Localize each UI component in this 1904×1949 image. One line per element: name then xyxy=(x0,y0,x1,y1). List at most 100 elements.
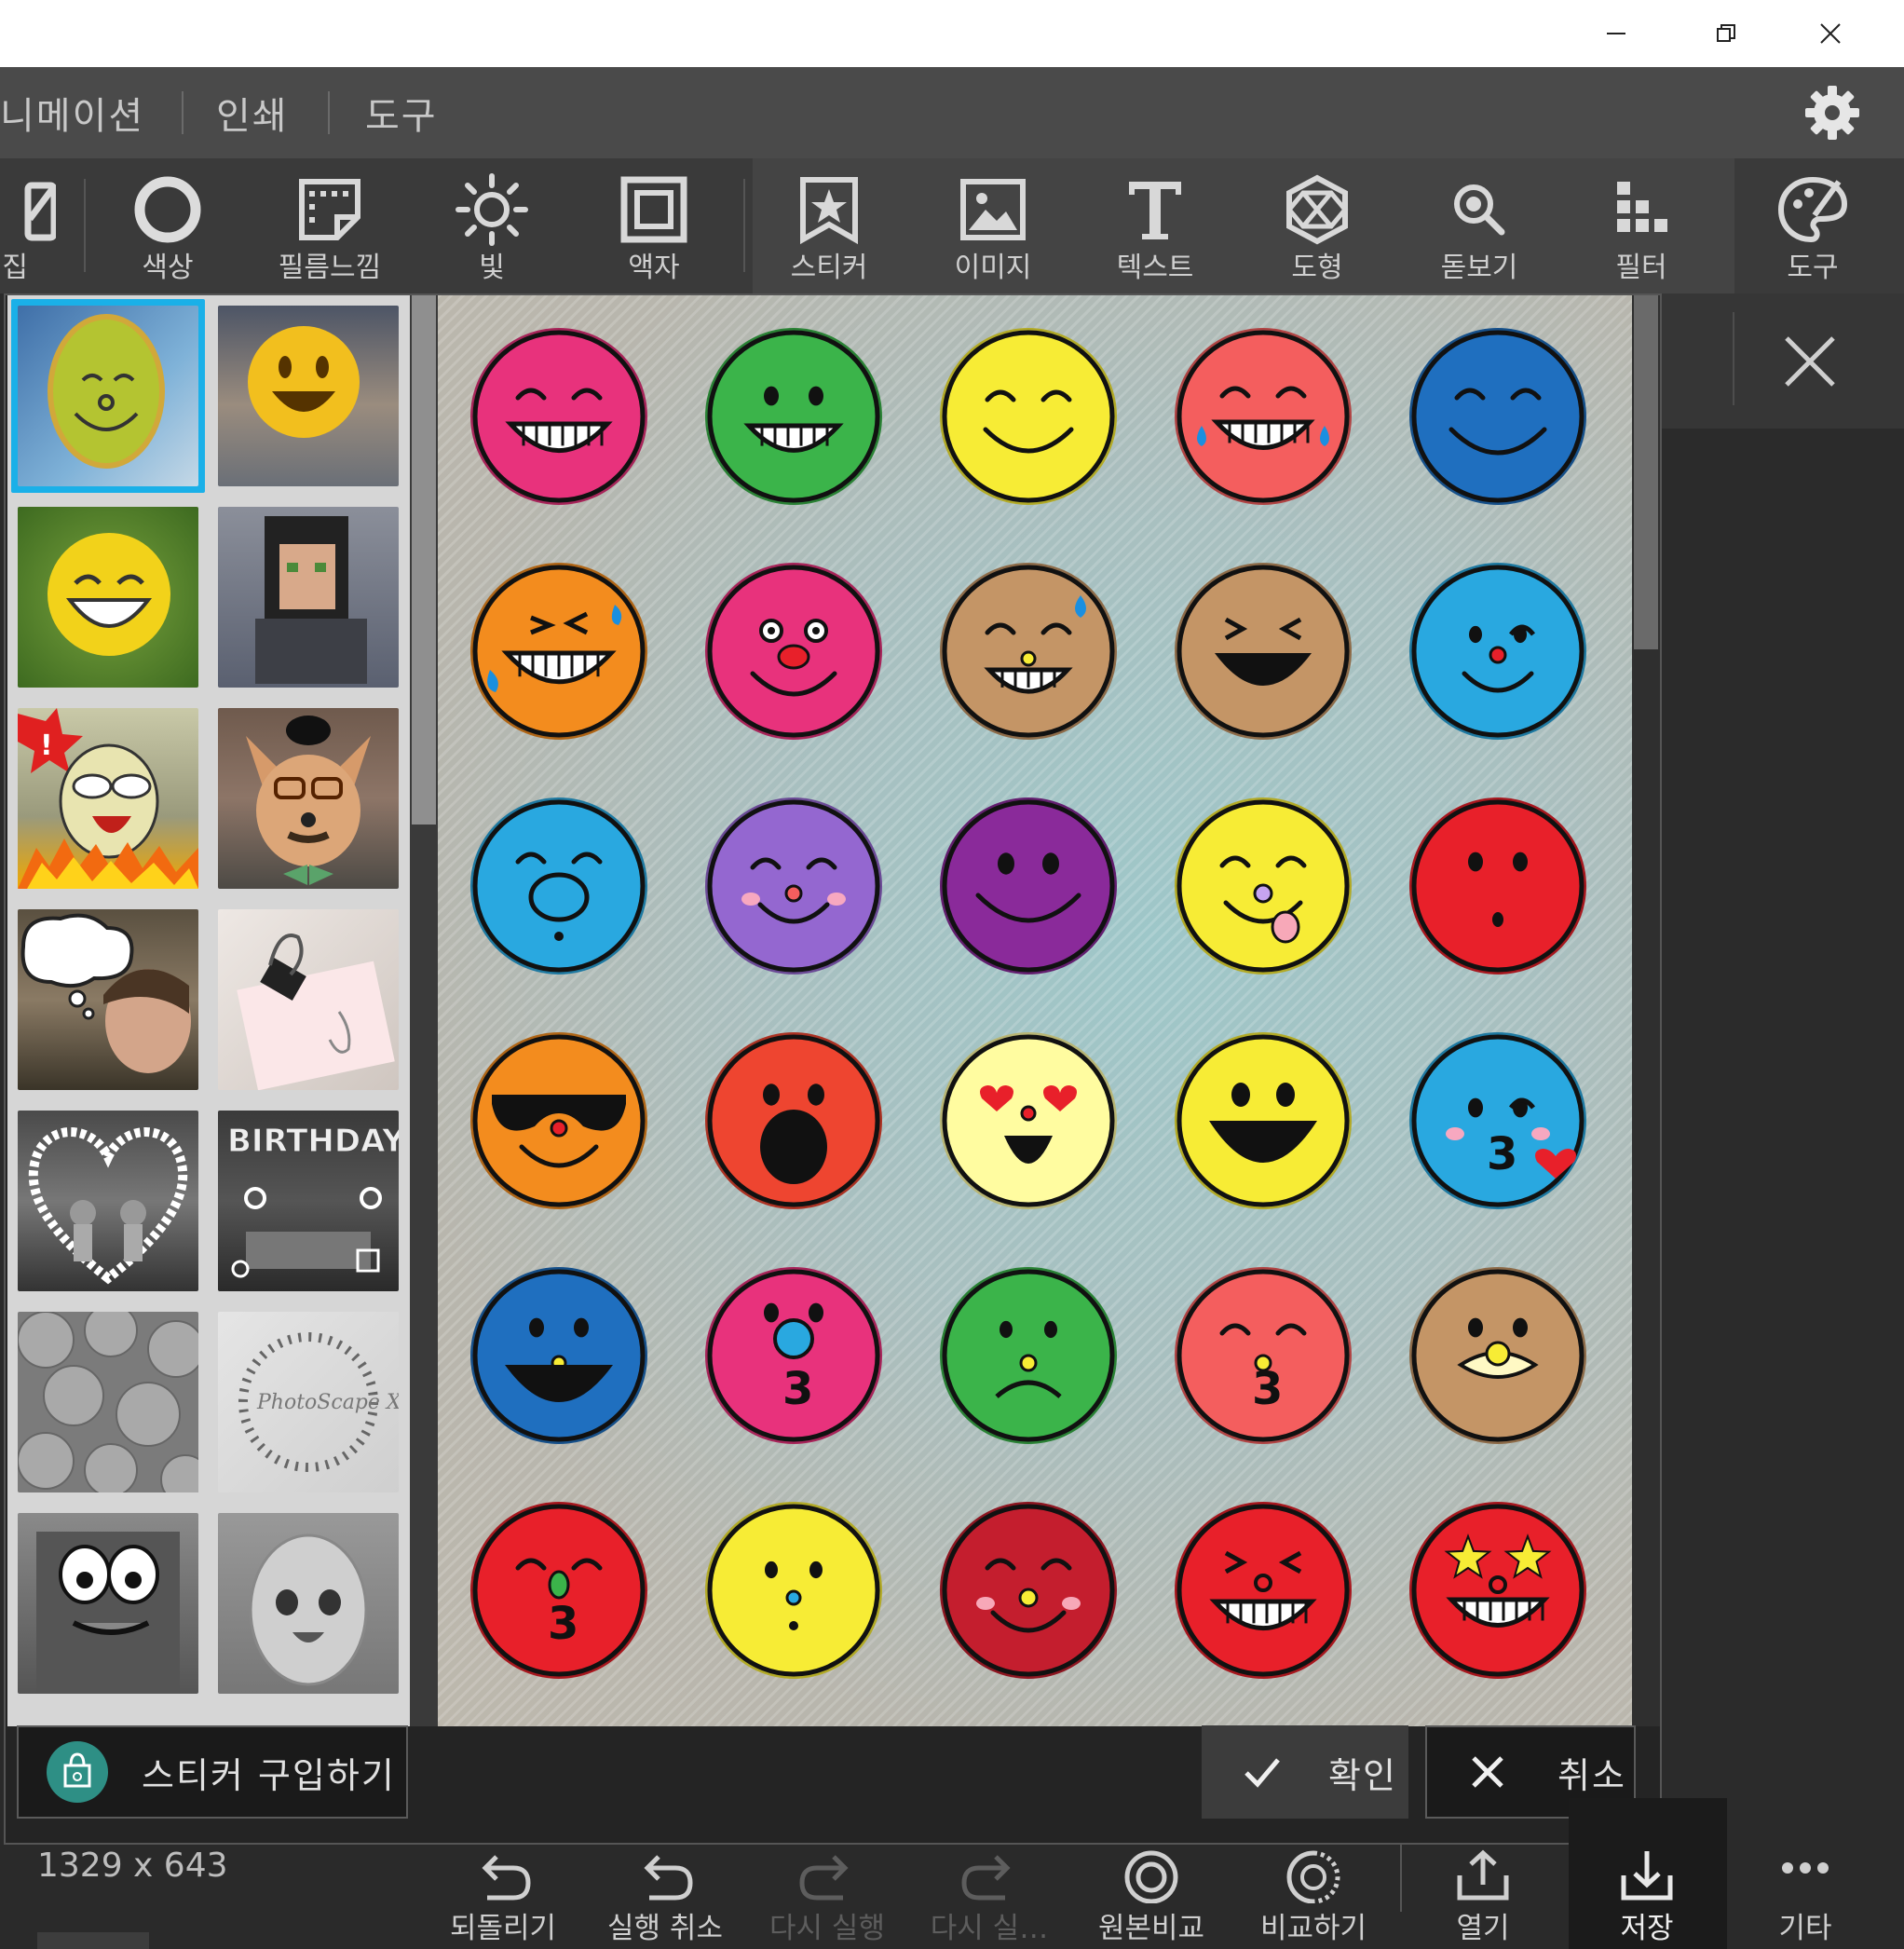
menu-print[interactable]: 인쇄 xyxy=(216,67,289,158)
shopping-bag-icon xyxy=(47,1741,108,1803)
restore-button[interactable] xyxy=(1671,0,1781,67)
category-thumb[interactable] xyxy=(218,909,399,1091)
sticker-blush[interactable] xyxy=(705,797,882,974)
category-thumb[interactable] xyxy=(218,708,399,889)
sticker-grid-svg: 3 3 3 3 xyxy=(470,328,1586,1679)
tool-label: 액자 xyxy=(628,252,680,284)
category-thumb[interactable] xyxy=(18,1111,198,1291)
category-thumb[interactable] xyxy=(218,507,399,688)
minimize-button[interactable] xyxy=(1561,0,1671,67)
settings-button[interactable] xyxy=(1803,84,1861,142)
category-thumb[interactable]: ! xyxy=(18,708,198,889)
sticker-rofl[interactable] xyxy=(470,563,647,740)
redo-icon xyxy=(799,1855,849,1901)
sticker-shocked[interactable] xyxy=(705,1032,882,1209)
bottom-separator xyxy=(1400,1845,1402,1912)
tool-sticker[interactable]: 스티커 xyxy=(764,158,894,293)
sticker-calm-smile[interactable] xyxy=(940,328,1117,505)
wreath-icon: PhotoScape X xyxy=(238,1332,402,1472)
redo-label: 다시 실행 xyxy=(769,1912,885,1945)
tool-light[interactable]: 빛 xyxy=(427,158,557,293)
sticker-grid: 3 3 3 3 xyxy=(438,295,1632,1726)
category-thumb[interactable] xyxy=(18,1513,198,1694)
sticker-heart-eyes[interactable] xyxy=(940,1032,1117,1209)
tool-label: 이미지 xyxy=(954,252,1032,284)
save-button[interactable]: 저장 xyxy=(1572,1798,1721,1945)
category-scrollbar-thumb[interactable] xyxy=(412,295,436,825)
tool-magnifier[interactable]: 돋보기 xyxy=(1414,158,1544,293)
category-thumb[interactable] xyxy=(18,909,198,1090)
sticker-sunglasses[interactable] xyxy=(470,1032,647,1209)
tool-film[interactable]: 필름느낌 xyxy=(265,158,395,293)
sticker-kiss-heart[interactable]: 3 xyxy=(1409,1032,1586,1209)
sticker-sleepy-pig[interactable] xyxy=(470,797,647,974)
open-button[interactable]: 열기 xyxy=(1408,1798,1557,1945)
sticker-surprised[interactable] xyxy=(1409,797,1586,974)
category-thumb[interactable]: BIRTHDAY xyxy=(218,1111,406,1291)
category-thumb[interactable] xyxy=(218,306,399,486)
compare-original-button[interactable]: 원본비교 xyxy=(1077,1798,1226,1945)
restore-icon xyxy=(1717,24,1735,42)
sticker-sweat-grin[interactable] xyxy=(940,563,1117,740)
sticker-smile[interactable] xyxy=(940,797,1117,974)
sticker-blush-smile[interactable] xyxy=(940,1502,1117,1679)
compare-button[interactable]: 비교하기 xyxy=(1239,1798,1388,1945)
tool-frame[interactable]: 액자 xyxy=(589,158,719,293)
revert-button[interactable]: 되돌리기 xyxy=(428,1798,578,1945)
sticker-calm-closed[interactable] xyxy=(1409,328,1586,505)
sticker-duck[interactable] xyxy=(1409,1267,1586,1444)
tool-image[interactable]: 이미지 xyxy=(928,158,1058,293)
category-thumb[interactable] xyxy=(218,1513,399,1694)
sticker-category-list[interactable]: ! BIRTHDAY PhotoScape X xyxy=(7,295,410,1726)
sticker-open-smile[interactable] xyxy=(705,328,882,505)
sticker-dots[interactable] xyxy=(705,1502,882,1679)
category-thumb[interactable]: PhotoScape X xyxy=(218,1312,402,1492)
panel-close-button[interactable] xyxy=(1777,329,1843,394)
sticker-kiss-nose[interactable]: 3 xyxy=(705,1267,882,1444)
smiley-icon xyxy=(48,533,170,656)
sticker-squint-laugh[interactable] xyxy=(1175,563,1352,740)
side-panel-background xyxy=(1639,293,1904,1810)
frame-icon xyxy=(620,176,687,243)
sticker-wink[interactable] xyxy=(1409,563,1586,740)
sticker-tears-laugh[interactable] xyxy=(1175,328,1352,505)
sticker-star-eyes[interactable] xyxy=(1409,1502,1586,1679)
more-button[interactable]: 기타 xyxy=(1731,1798,1880,1945)
tool-label: 집 xyxy=(2,252,28,284)
category-thumb[interactable] xyxy=(18,306,198,486)
sticker-kiss-green[interactable]: 3 xyxy=(470,1502,647,1679)
buy-sticker-button[interactable]: 스티커 구입하기 xyxy=(17,1725,408,1819)
menu-tools[interactable]: 도구 xyxy=(365,67,438,158)
cancel-label: 취소 xyxy=(1557,1754,1626,1796)
sticker-squint-grin[interactable] xyxy=(1175,1502,1352,1679)
sticker-big-smile[interactable] xyxy=(1175,1032,1352,1209)
redo-all-label: 다시 실… xyxy=(930,1912,1049,1945)
tool-tools[interactable]: 도구 xyxy=(1748,158,1878,293)
tool-color[interactable]: 색상 xyxy=(102,158,233,293)
panel-separator xyxy=(1733,312,1734,405)
menu-bar: 니메이션 인쇄 도구 xyxy=(0,67,1904,158)
sticker-laugh[interactable] xyxy=(470,1267,647,1444)
redo-all-button[interactable]: 다시 실… xyxy=(915,1798,1064,1945)
svg-text:3: 3 xyxy=(782,1363,813,1415)
tool-text[interactable]: 텍스트 xyxy=(1090,158,1220,293)
redo-button[interactable]: 다시 실행 xyxy=(753,1798,902,1945)
sticker-tongue[interactable] xyxy=(1175,797,1352,974)
dog-icon xyxy=(246,716,371,885)
tool-shape[interactable]: 도형 xyxy=(1252,158,1382,293)
sticker-grin[interactable] xyxy=(470,328,647,505)
sticker-kiss-freckle[interactable]: 3 xyxy=(1175,1267,1352,1444)
tool-filter[interactable]: 필터 xyxy=(1576,158,1707,293)
menu-animation[interactable]: 니메이션 xyxy=(0,67,144,158)
compare-original-label: 원본비교 xyxy=(1097,1912,1205,1945)
sticker-clown[interactable] xyxy=(705,563,882,740)
category-thumb[interactable] xyxy=(17,1303,211,1505)
undo-button[interactable]: 실행 취소 xyxy=(591,1798,740,1945)
cartoon-icon: ! xyxy=(18,708,198,889)
close-window-button[interactable] xyxy=(1775,0,1885,67)
sticker-sad[interactable] xyxy=(940,1267,1117,1444)
sticker-scrollbar-thumb[interactable] xyxy=(1634,295,1658,649)
edit-icon xyxy=(24,182,56,241)
category-thumb[interactable] xyxy=(18,507,198,688)
tool-edit[interactable]: 집 xyxy=(0,158,84,293)
